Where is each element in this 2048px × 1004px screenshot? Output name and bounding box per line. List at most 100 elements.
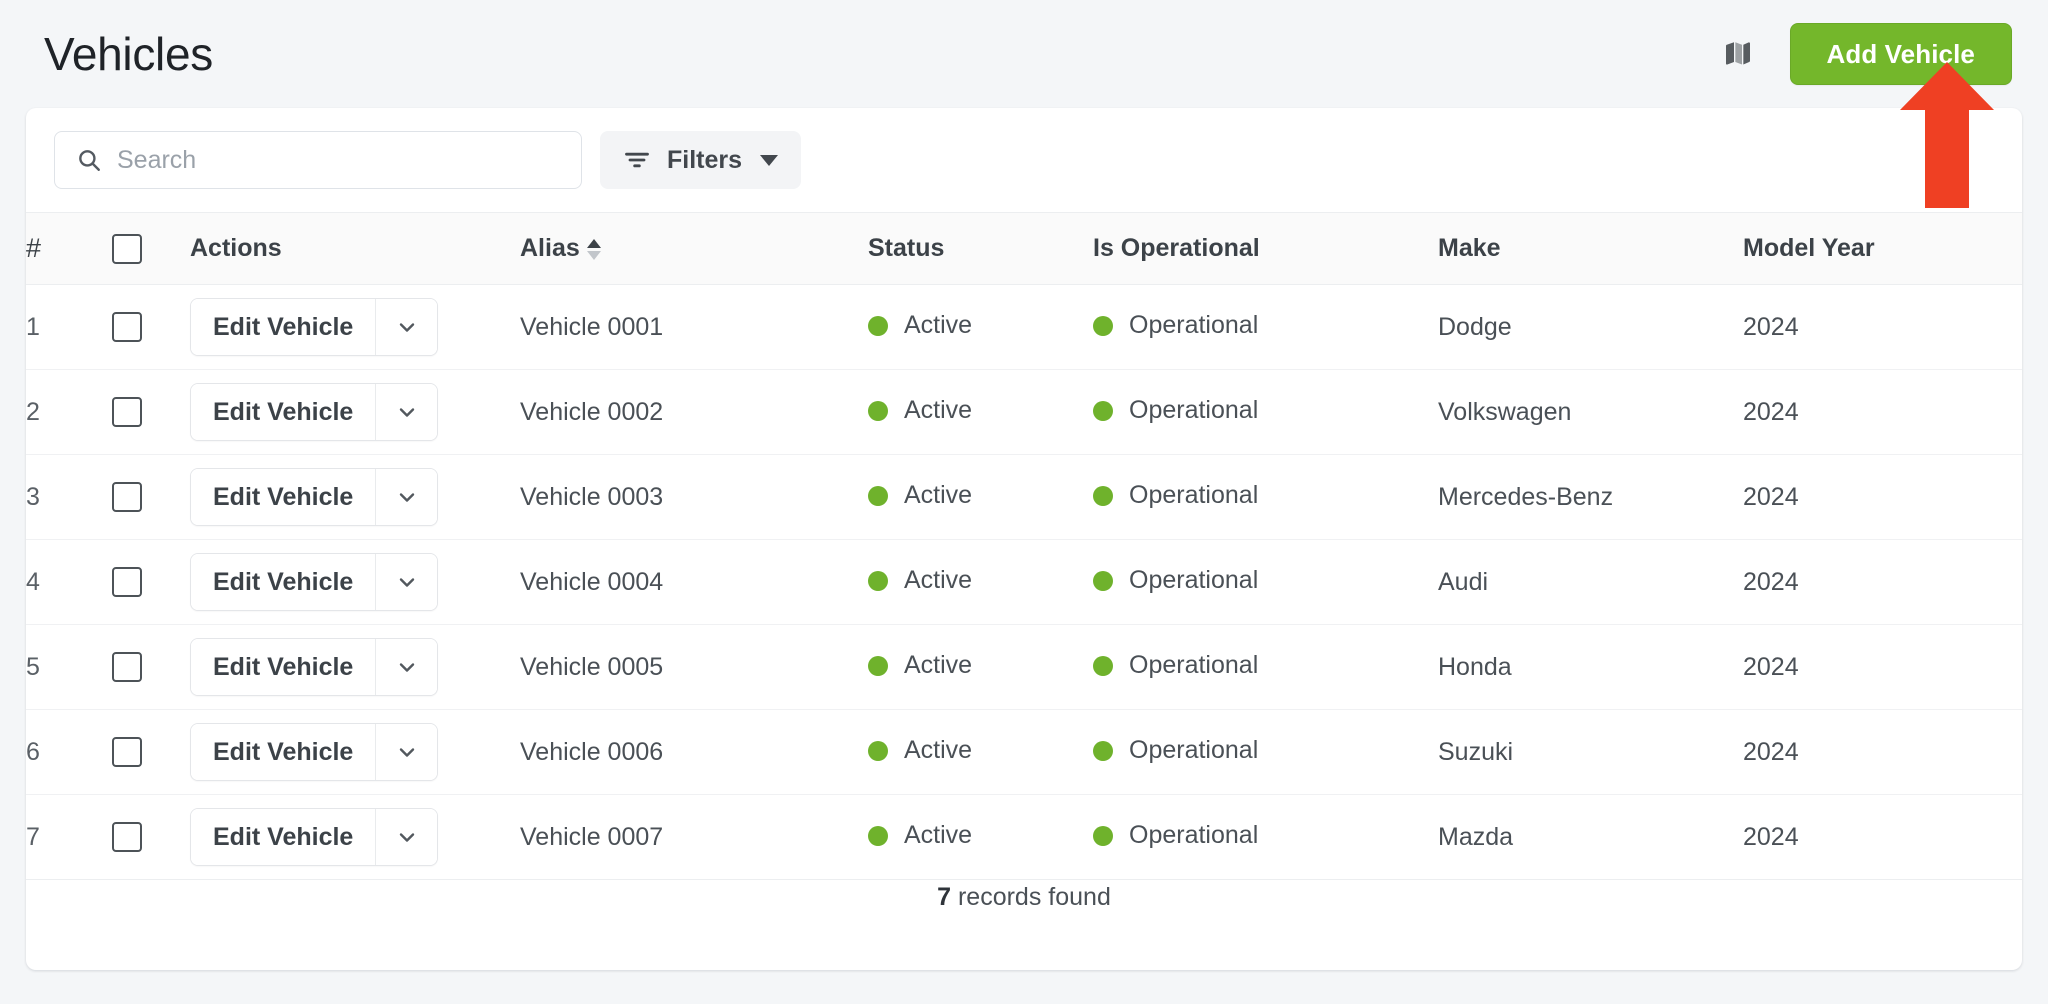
- cell-is-operational: Operational: [1093, 624, 1438, 710]
- row-number: 7: [26, 794, 112, 880]
- edit-vehicle-split-button: Edit Vehicle: [190, 553, 439, 611]
- row-select-checkbox[interactable]: [112, 397, 142, 428]
- edit-vehicle-split-button: Edit Vehicle: [190, 383, 439, 441]
- edit-vehicle-dropdown-toggle[interactable]: [375, 469, 438, 525]
- cell-model-year: 2024: [1743, 284, 2022, 370]
- cell-alias: Vehicle 0005: [520, 624, 868, 710]
- add-vehicle-label: Add Vehicle: [1826, 38, 1975, 69]
- table-row: 6 Edit Vehicle Vehicle 0006 Active Operation…: [26, 709, 2022, 795]
- edit-vehicle-dropdown-toggle[interactable]: [375, 299, 438, 355]
- cell-model-year: 2024: [1743, 454, 2022, 540]
- column-header-alias[interactable]: Alias: [520, 212, 868, 285]
- status-dot-icon: [868, 570, 888, 591]
- column-header-is-operational: Is Operational: [1093, 212, 1438, 285]
- row-select-checkbox[interactable]: [112, 652, 142, 683]
- column-header-number: #: [26, 212, 112, 285]
- edit-vehicle-button[interactable]: Edit Vehicle: [191, 384, 376, 440]
- table-header-row: # Actions Alias Status Is Operational Ma…: [26, 212, 2022, 285]
- column-header-model-year: Model Year: [1743, 212, 2022, 285]
- cell-model-year: 2024: [1743, 794, 2022, 880]
- row-actions-cell: Edit Vehicle: [190, 454, 520, 540]
- edit-vehicle-dropdown-toggle[interactable]: [375, 809, 438, 865]
- cell-alias: Vehicle 0001: [520, 284, 868, 370]
- edit-vehicle-button[interactable]: Edit Vehicle: [191, 469, 376, 525]
- row-number: 6: [26, 709, 112, 795]
- row-actions-cell: Edit Vehicle: [190, 284, 520, 370]
- edit-vehicle-button[interactable]: Edit Vehicle: [191, 724, 376, 780]
- cell-make: Audi: [1438, 539, 1743, 625]
- cell-alias: Vehicle 0003: [520, 454, 868, 540]
- status-dot-icon: [868, 315, 888, 336]
- page-title: Vehicles: [44, 28, 213, 80]
- status-dot-icon: [868, 740, 888, 761]
- status-dot-icon: [868, 655, 888, 676]
- select-all-checkbox[interactable]: [112, 233, 142, 264]
- edit-vehicle-split-button: Edit Vehicle: [190, 638, 439, 696]
- status-label: Active: [904, 481, 973, 510]
- page-header: Vehicles Add Vehicle: [0, 0, 2048, 108]
- cell-is-operational: Operational: [1093, 369, 1438, 455]
- vehicles-page: Vehicles Add Vehicle Search Filters # Ac…: [0, 0, 2048, 1004]
- cell-is-operational: Operational: [1093, 284, 1438, 370]
- table-footer: 7 records found: [26, 880, 2022, 970]
- edit-vehicle-split-button: Edit Vehicle: [190, 808, 439, 866]
- edit-vehicle-dropdown-toggle[interactable]: [375, 554, 438, 610]
- edit-vehicle-button[interactable]: Edit Vehicle: [191, 639, 376, 695]
- row-select-cell: [112, 369, 190, 455]
- table-row: 2 Edit Vehicle Vehicle 0002 Active Operation…: [26, 369, 2022, 455]
- row-number: 3: [26, 454, 112, 540]
- add-vehicle-button[interactable]: Add Vehicle: [1789, 23, 2012, 85]
- column-header-actions: Actions: [190, 212, 520, 285]
- edit-vehicle-split-button: Edit Vehicle: [190, 723, 439, 781]
- status-dot-icon: [868, 485, 888, 506]
- chevron-down-icon: [760, 154, 779, 166]
- operational-label: Operational: [1129, 396, 1259, 425]
- status-dot-icon: [868, 825, 888, 846]
- row-number: 5: [26, 624, 112, 710]
- table-row: 3 Edit Vehicle Vehicle 0003 Active Operation…: [26, 454, 2022, 540]
- row-select-cell: [112, 709, 190, 795]
- row-select-cell: [112, 539, 190, 625]
- row-actions-cell: Edit Vehicle: [190, 624, 520, 710]
- cell-status: Active: [868, 369, 1093, 455]
- cell-model-year: 2024: [1743, 709, 2022, 795]
- row-select-checkbox[interactable]: [112, 482, 142, 513]
- row-select-checkbox[interactable]: [112, 312, 142, 343]
- table-row: 7 Edit Vehicle Vehicle 0007 Active Operation…: [26, 794, 2022, 880]
- edit-vehicle-split-button: Edit Vehicle: [190, 468, 439, 526]
- edit-vehicle-split-button: Edit Vehicle: [190, 298, 439, 356]
- chevron-down-icon: [399, 663, 415, 672]
- edit-vehicle-button[interactable]: Edit Vehicle: [191, 809, 376, 865]
- cell-model-year: 2024: [1743, 369, 2022, 455]
- cell-alias: Vehicle 0004: [520, 539, 868, 625]
- edit-vehicle-dropdown-toggle[interactable]: [375, 724, 438, 780]
- cell-make: Mazda: [1438, 794, 1743, 880]
- operational-dot-icon: [1093, 570, 1113, 591]
- table-toolbar: Filters: [26, 108, 2022, 212]
- cell-alias: Vehicle 0002: [520, 369, 868, 455]
- status-label: Active: [904, 821, 973, 850]
- status-label: Active: [904, 736, 973, 765]
- cell-model-year: 2024: [1743, 539, 2022, 625]
- sort-indicator-icon: [586, 239, 601, 260]
- chevron-down-icon: [399, 833, 415, 842]
- edit-vehicle-button[interactable]: Edit Vehicle: [191, 299, 376, 355]
- filters-button[interactable]: Filters: [600, 131, 802, 189]
- edit-vehicle-dropdown-toggle[interactable]: [375, 639, 438, 695]
- operational-label: Operational: [1129, 481, 1259, 510]
- table-row: 1 Edit Vehicle Vehicle 0001 Active Operation…: [26, 284, 2022, 370]
- row-select-checkbox[interactable]: [112, 822, 142, 853]
- search-input[interactable]: [54, 131, 582, 189]
- row-select-cell: [112, 454, 190, 540]
- edit-vehicle-dropdown-toggle[interactable]: [375, 384, 438, 440]
- row-select-checkbox[interactable]: [112, 567, 142, 598]
- edit-vehicle-button[interactable]: Edit Vehicle: [191, 554, 376, 610]
- row-actions-cell: Edit Vehicle: [190, 539, 520, 625]
- cell-status: Active: [868, 624, 1093, 710]
- vehicles-card: Filters # Actions: [26, 108, 2022, 970]
- row-number: 1: [26, 284, 112, 370]
- cell-status: Active: [868, 709, 1093, 795]
- row-select-checkbox[interactable]: [112, 737, 142, 768]
- map-icon[interactable]: [1716, 32, 1760, 76]
- records-suffix: records found: [951, 882, 1111, 911]
